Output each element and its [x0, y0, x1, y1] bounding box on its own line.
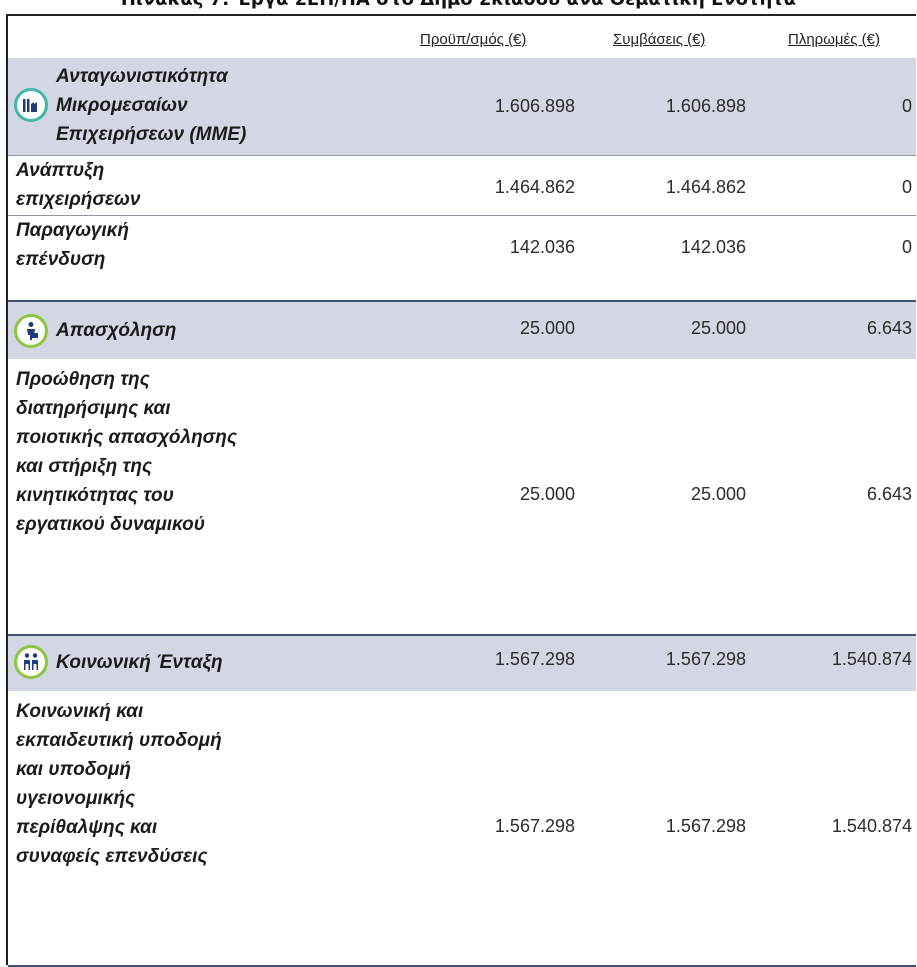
col-header-payments: Πληρωμές (€) [788, 31, 880, 48]
worker-icon [14, 314, 48, 348]
col-header-budget: Προϋπ/σμός (€) [420, 31, 527, 48]
themes-table: Προϋπ/σμός (€) Συμβάσεις (€) Πληρωμές (€… [6, 14, 916, 967]
contracts-cell: 1.464.862 [665, 177, 746, 197]
budget-cell: 1.567.298 [494, 649, 575, 669]
payments-cell: 0 [901, 237, 912, 257]
budget-cell: 1.567.298 [494, 816, 575, 836]
contracts-cell: 1.567.298 [665, 816, 746, 836]
payments-cell: 1.540.874 [831, 816, 912, 836]
table-row-theme-sme: Ανταγωνιστικότητα Μικρομεσαίων Επιχειρήσ… [8, 58, 916, 155]
payments-cell: 6.643 [866, 318, 912, 338]
payments-cell: 0 [901, 96, 912, 116]
contracts-cell: 25.000 [690, 484, 746, 504]
theme-label: Απασχόληση [56, 320, 177, 341]
col-header-contracts: Συμβάσεις (€) [613, 31, 706, 48]
contracts-cell: 1.606.898 [665, 96, 746, 116]
item-label: Κοινωνική και εκπαιδευτική υποδομή και υ… [16, 701, 222, 867]
table-title: Πίνακας 7: Έργα ΣΕΠ/ΠΑ στο Δήμο Σκιάθου … [0, 0, 917, 11]
table-row-productive-investment: Παραγωγική επένδυση 142.036 142.036 0 [8, 215, 916, 300]
budget-cell: 25.000 [519, 318, 575, 338]
table-row-employment-promotion: Προώθηση της διατηρήσιμης και ποιοτικής … [8, 359, 916, 634]
budget-cell: 1.606.898 [494, 96, 575, 116]
payments-cell: 6.643 [866, 484, 912, 504]
contracts-cell: 1.567.298 [665, 649, 746, 669]
item-label: Ανάπτυξη επιχειρήσεων [16, 160, 141, 210]
table-row-theme-employment: Απασχόληση 25.000 25.000 6.643 [8, 300, 916, 359]
theme-label: Κοινωνική Ένταξη [56, 652, 223, 673]
table-header: Προϋπ/σμός (€) Συμβάσεις (€) Πληρωμές (€… [8, 16, 916, 58]
table-row-social-infrastructure: Κοινωνική και εκπαιδευτική υποδομή και υ… [8, 691, 916, 967]
budget-cell: 1.464.862 [494, 177, 575, 197]
payments-cell: 1.540.874 [831, 649, 912, 669]
budget-cell: 142.036 [509, 237, 575, 257]
budget-cell: 25.000 [519, 484, 575, 504]
theme-label: Ανταγωνιστικότητα Μικρομεσαίων Επιχειρήσ… [56, 66, 247, 145]
people-icon [14, 645, 48, 679]
contracts-cell: 25.000 [690, 318, 746, 338]
industry-icon [14, 88, 48, 122]
contracts-cell: 142.036 [680, 237, 746, 257]
table-row-business-development: Ανάπτυξη επιχειρήσεων 1.464.862 1.464.86… [8, 155, 916, 215]
item-label: Παραγωγική επένδυση [16, 220, 129, 270]
payments-cell: 0 [901, 177, 912, 197]
table-row-theme-social-inclusion: Κοινωνική Ένταξη 1.567.298 1.567.298 1.5… [8, 634, 916, 691]
item-label: Προώθηση της διατηρήσιμης και ποιοτικής … [16, 369, 237, 535]
